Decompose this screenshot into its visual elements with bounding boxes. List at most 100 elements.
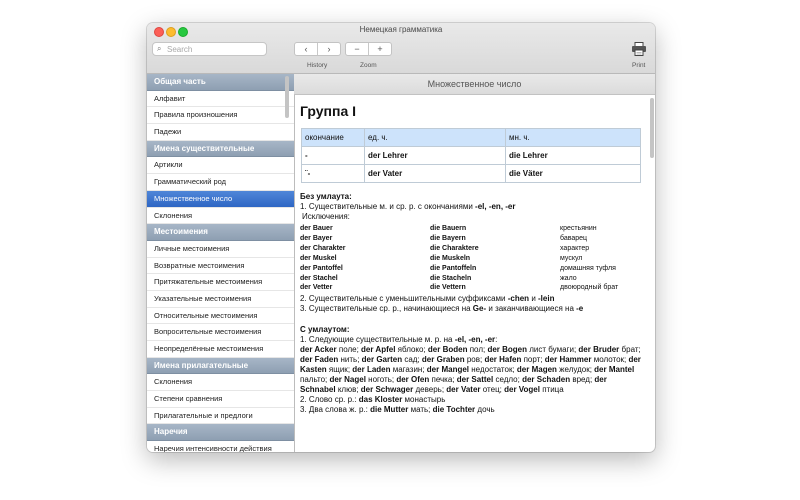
sidebar-item[interactable]: Степени сравнения [147, 391, 294, 408]
print-icon[interactable] [631, 42, 647, 56]
plural-word: die Muskeln [430, 254, 471, 262]
rule-text: 2. Слово ср. р.: [300, 395, 357, 405]
app-window: Немецкая грамматика ⌕ ‹ › History − + Zo… [147, 23, 655, 452]
translation: пальто [300, 375, 326, 385]
history-label: History [307, 62, 328, 69]
german-word: der Garten [361, 355, 403, 365]
sidebar-item[interactable]: Множественное число [147, 190, 294, 208]
rule-line: 2. Существительные с уменьшительными суф… [300, 294, 643, 304]
zoom-out-button[interactable]: − [346, 43, 368, 55]
search-input[interactable] [167, 43, 257, 55]
forward-button[interactable]: › [317, 43, 340, 55]
plural-word: die Charaktere [430, 244, 479, 252]
zoom-in-button[interactable]: + [368, 43, 391, 55]
sidebar-item[interactable]: Правила произношения [147, 107, 294, 125]
german-word: der Boden [427, 345, 468, 355]
translation: жало [560, 274, 577, 282]
sidebar-item[interactable]: Наречия интенсивности действия [147, 441, 294, 452]
print-label: Print [632, 62, 646, 69]
german-word: der Mantel [594, 365, 635, 375]
search-field[interactable]: ⌕ [152, 42, 267, 56]
sidebar-item[interactable]: Возвратные местоимения [147, 258, 294, 275]
plural-word: die Pantoffeln [430, 264, 477, 272]
translation: птица [542, 385, 564, 395]
singular-word: der Charakter [300, 244, 346, 252]
sidebar-scrollbar[interactable] [285, 76, 289, 118]
sidebar-section-header: Наречия [147, 424, 294, 442]
translation: деверь [415, 385, 442, 395]
rule-line: 1. Существительные м. и ср. р. с окончан… [300, 202, 643, 212]
sidebar-item[interactable]: Вопросительные местоимения [147, 324, 294, 341]
sidebar-item[interactable]: Артикли [147, 157, 294, 175]
sidebar-item[interactable]: Прилагательные и предлоги [147, 408, 294, 425]
translation: пол [469, 345, 483, 355]
german-word: der Bogen [487, 345, 528, 355]
rule-text: 1. Существительные м. и ср. р. с окончан… [300, 202, 473, 211]
german-word: der Hammer [544, 355, 592, 365]
translation: дочь [477, 405, 495, 415]
german-word: die Mutter [370, 405, 409, 415]
german-word: die Tochter [432, 405, 476, 415]
german-word: der Nagel [329, 375, 366, 385]
sidebar-item[interactable]: Неопределённые местоимения [147, 341, 294, 358]
rule-text: и заканчивающиеся на [488, 304, 574, 314]
back-button[interactable]: ‹ [295, 43, 317, 55]
plural-word: die Bauern [430, 225, 467, 232]
rule-line: 3. Существительные ср. р., начинающиеся … [300, 304, 643, 314]
sidebar-section-header: Общая часть [147, 74, 294, 91]
umlaut-example-paragraph: der Acker поле; der Apfel яблоко; der Bo… [300, 345, 641, 395]
rule-text: и [531, 294, 536, 304]
sidebar-item[interactable]: Притяжательные местоимения [147, 274, 294, 291]
sidebar-list: Общая часть Алфавит Правила произношения Па… [147, 74, 294, 452]
translation: лист бумаги [529, 345, 574, 355]
table-header-cell: окончание [301, 128, 365, 147]
translation: клюв [337, 385, 357, 395]
translation: желудок [559, 365, 590, 375]
translation: мать; [410, 405, 431, 415]
rule-line: 2. Слово ср. р.: das Kloster монастырь [300, 395, 643, 405]
table-header-cell: ед. ч. [364, 128, 506, 147]
table-row: - der Lehrer die Lehrer [301, 146, 641, 165]
page-heading: Группа I [300, 103, 357, 119]
sidebar-item[interactable]: Личные местоимения [147, 241, 294, 258]
rule-text: 1. Следующие существительные м. р. на [300, 335, 453, 345]
translation: баварец [560, 234, 588, 242]
translation: двоюродный брат [560, 284, 619, 292]
sidebar-item[interactable]: Склонения [147, 374, 294, 392]
sidebar-item[interactable]: Склонения [147, 208, 294, 225]
translation: сад [404, 355, 418, 365]
german-word: der Schaden [522, 375, 571, 385]
german-word: der Sattel [456, 375, 494, 385]
singular-word: der Stachel [300, 274, 338, 282]
window-title: Немецкая грамматика [359, 25, 443, 34]
rule-endings: -el, -en, -er [475, 202, 516, 211]
rule-endings: -el, -en, -er [454, 335, 496, 345]
german-word: das Kloster [358, 395, 403, 405]
sidebar-item[interactable]: Падежи [147, 124, 294, 141]
sidebar: Общая часть Алфавит Правила произношения Па… [147, 74, 295, 452]
german-word: der Mangel [426, 365, 470, 375]
content-pane: Группа I окончание ед. ч. мн. ч. - der L… [295, 95, 643, 452]
table-cell: der Vater [364, 164, 506, 183]
title-bar: Немецкая грамматика ⌕ ‹ › History − + Zo… [147, 23, 655, 74]
zoom-label: Zoom [360, 62, 377, 69]
german-word: der Vater [446, 385, 481, 395]
exception-word-list: der Bauer die Bauern крестьянин der Bayer di… [300, 224, 643, 293]
exceptions-label: Исключения: [302, 212, 350, 221]
sidebar-item[interactable]: Грамматический род [147, 174, 294, 191]
german-word: der Graben [421, 355, 465, 365]
sidebar-item[interactable]: Указательные местоимения [147, 291, 294, 308]
translation: порт [523, 355, 541, 365]
declension-table: окончание ед. ч. мн. ч. - der Lehrer die… [301, 128, 641, 183]
german-word: der Laden [352, 365, 391, 375]
translation: ящик [328, 365, 348, 375]
singular-word: der Bayer [300, 234, 333, 242]
search-icon: ⌕ [157, 44, 162, 53]
without-umlaut-section: Без умлаута: 1. Существительные м. и ср.… [300, 192, 643, 314]
content-scrollbar[interactable] [650, 98, 654, 158]
german-word: der Acker [300, 345, 337, 355]
singular-word: der Bauer [300, 225, 333, 232]
table-cell: die Väter [505, 164, 641, 183]
sidebar-item[interactable]: Алфавит [147, 91, 294, 108]
sidebar-item[interactable]: Относительные местоимения [147, 308, 294, 325]
